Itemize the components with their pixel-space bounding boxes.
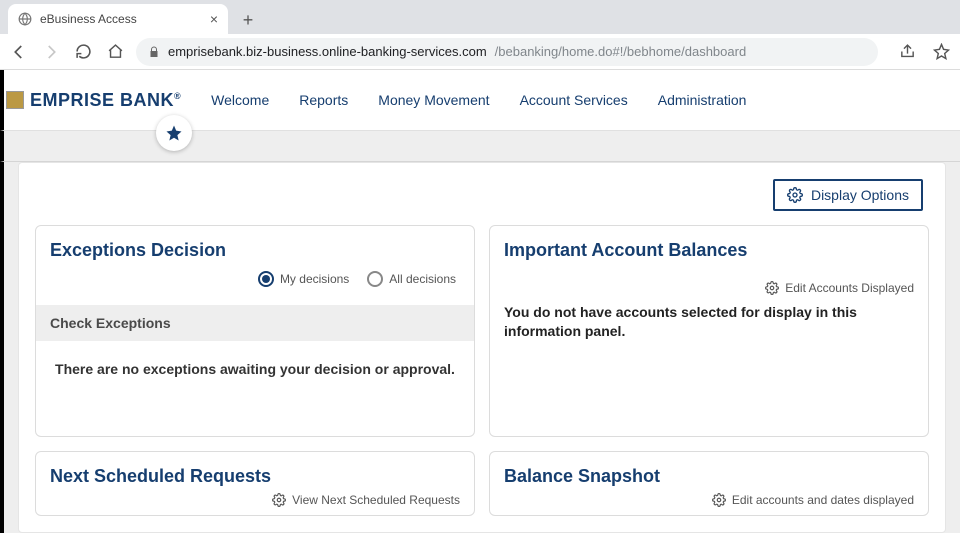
gear-icon: [712, 493, 726, 507]
reload-button[interactable]: [72, 41, 94, 63]
browser-chrome: eBusiness Access × + emprisebank.biz-bus…: [0, 0, 960, 70]
nav-money-movement[interactable]: Money Movement: [378, 92, 489, 108]
display-options-label: Display Options: [811, 187, 909, 203]
gear-icon: [272, 493, 286, 507]
address-bar[interactable]: emprisebank.biz-business.online-banking-…: [136, 38, 878, 66]
balance-snapshot-title: Balance Snapshot: [490, 452, 928, 493]
radio-my-decisions[interactable]: My decisions: [258, 271, 349, 287]
gear-icon: [765, 281, 779, 295]
top-nav: EMPRISE BANK® Welcome Reports Money Move…: [0, 70, 960, 130]
balances-title: Important Account Balances: [504, 240, 914, 261]
share-icon[interactable]: [896, 41, 918, 63]
edit-accounts-label: Edit Accounts Displayed: [785, 281, 914, 295]
logo[interactable]: EMPRISE BANK®: [6, 90, 181, 111]
url-main: emprisebank.biz-business.online-banking-…: [168, 44, 487, 59]
edit-snapshot-link[interactable]: Edit accounts and dates displayed: [490, 493, 928, 515]
next-requests-title: Next Scheduled Requests: [36, 452, 474, 493]
url-path: /bebanking/home.do#!/bebhome/dashboard: [495, 44, 747, 59]
edit-snapshot-label: Edit accounts and dates displayed: [732, 493, 914, 507]
decisions-radio-group: My decisions All decisions: [50, 271, 460, 287]
lock-icon: [148, 46, 160, 58]
tab-strip: eBusiness Access × +: [0, 0, 960, 34]
forward-button[interactable]: [40, 41, 62, 63]
favorites-star-button[interactable]: [156, 115, 192, 151]
gear-icon: [787, 187, 803, 203]
logo-mark-icon: [6, 91, 24, 109]
nav-welcome[interactable]: Welcome: [211, 92, 269, 108]
radio-all-decisions[interactable]: All decisions: [367, 271, 456, 287]
home-button[interactable]: [104, 41, 126, 63]
nav-administration[interactable]: Administration: [658, 92, 747, 108]
check-exceptions-band: Check Exceptions: [36, 305, 474, 341]
next-requests-card: Next Scheduled Requests View Next Schedu…: [35, 451, 475, 516]
nav-items: Welcome Reports Money Movement Account S…: [211, 92, 746, 108]
page: EMPRISE BANK® Welcome Reports Money Move…: [0, 70, 960, 533]
cards-row-lower: Next Scheduled Requests View Next Schedu…: [35, 451, 929, 516]
nav-reports[interactable]: Reports: [299, 92, 348, 108]
view-next-requests-label: View Next Scheduled Requests: [292, 493, 460, 507]
new-tab-button[interactable]: +: [234, 6, 262, 34]
nav-account-services[interactable]: Account Services: [520, 92, 628, 108]
sub-bar: [0, 130, 960, 162]
content-wrap: Display Options Exceptions Decision My d…: [0, 162, 960, 533]
balances-empty-msg: You do not have accounts selected for di…: [490, 303, 928, 341]
browser-tab[interactable]: eBusiness Access ×: [8, 4, 228, 34]
close-icon[interactable]: ×: [210, 11, 218, 27]
view-next-requests-link[interactable]: View Next Scheduled Requests: [36, 493, 474, 515]
display-options-button[interactable]: Display Options: [773, 179, 923, 211]
exceptions-card: Exceptions Decision My decisions All dec…: [35, 225, 475, 437]
balance-snapshot-card: Balance Snapshot Edit accounts and dates…: [489, 451, 929, 516]
back-button[interactable]: [8, 41, 30, 63]
top-actions: Display Options: [35, 179, 923, 211]
tab-title: eBusiness Access: [40, 12, 137, 26]
edit-accounts-link[interactable]: Edit Accounts Displayed: [490, 281, 928, 303]
content: Display Options Exceptions Decision My d…: [18, 162, 946, 533]
logo-text: EMPRISE BANK®: [30, 90, 181, 111]
address-bar-row: emprisebank.biz-business.online-banking-…: [0, 34, 960, 70]
radio-my-label: My decisions: [280, 272, 349, 286]
exceptions-title: Exceptions Decision: [50, 240, 460, 261]
star-icon[interactable]: [930, 41, 952, 63]
radio-all-label: All decisions: [389, 272, 456, 286]
exceptions-empty-msg: There are no exceptions awaiting your de…: [36, 341, 474, 397]
cards-row-upper: Exceptions Decision My decisions All dec…: [35, 225, 929, 437]
balances-card: Important Account Balances Edit Accounts…: [489, 225, 929, 437]
globe-icon: [18, 12, 32, 26]
